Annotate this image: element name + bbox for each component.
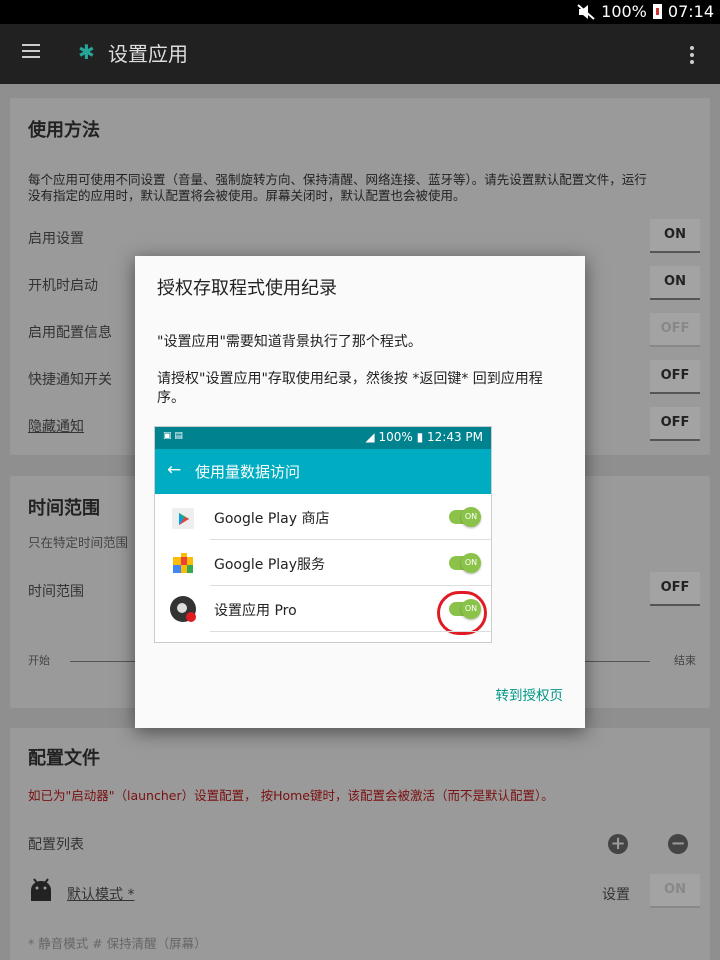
- google-play-store-icon: [172, 508, 194, 529]
- start-label: 开始: [28, 654, 50, 667]
- screenshot-battery: 100%: [378, 430, 413, 444]
- google-play-services-icon: [173, 553, 193, 573]
- play-services-label: Google Play服务: [214, 557, 326, 573]
- dialog-title: 授权存取程式使用纪录: [157, 278, 337, 299]
- hide-notification-toggle[interactable]: OFF: [650, 407, 700, 441]
- screenshot-notification-icons: ▣ ▤: [163, 431, 183, 441]
- screenshot-row-app-pro: 设置应用 Pro ON: [155, 586, 491, 635]
- permission-dialog: 授权存取程式使用纪录 "设置应用"需要知道背景执行了那个程式。 请授权"设置应用…: [135, 256, 585, 728]
- time-range-toggle[interactable]: OFF: [650, 572, 700, 606]
- screenshot-signal-icon: ◢: [365, 430, 379, 444]
- hide-notification-link[interactable]: 隐藏通知: [28, 416, 84, 436]
- quick-notify-label: 快捷通知开关: [28, 372, 112, 388]
- mute-icon: [577, 3, 595, 20]
- profile-title: 配置文件: [28, 748, 100, 769]
- screenshot-time: 12:43 PM: [427, 430, 483, 444]
- battery-icon: [652, 4, 662, 19]
- time-range-label: 时间范围: [28, 584, 84, 600]
- usage-access-screenshot: ▣ ▤ ◢ 100% ▮ 12:43 PM ← 使用量数据访问 Google P…: [154, 426, 492, 643]
- remove-profile-icon[interactable]: −: [668, 834, 688, 854]
- overflow-menu-icon[interactable]: [690, 46, 694, 67]
- default-profile-link[interactable]: 默认模式 *: [67, 884, 134, 904]
- default-profile-toggle[interactable]: ON: [650, 874, 700, 908]
- launcher-warning: 如已为"启动器"（launcher）设置配置， 按Home键时，该配置会被激活（…: [28, 788, 554, 803]
- play-store-switch: ON: [449, 507, 481, 527]
- settings-app-pro-icon: [170, 596, 196, 622]
- time-desc: 只在特定时间范围: [28, 535, 129, 550]
- start-on-boot-label: 开机时启动: [28, 278, 98, 294]
- highlight-circle: [437, 591, 487, 635]
- screenshot-row-play-services: Google Play服务 ON: [155, 540, 491, 586]
- enable-settings-label: 启用设置: [28, 231, 84, 247]
- start-on-boot-toggle[interactable]: ON: [650, 266, 700, 300]
- screenshot-app-bar: ← 使用量数据访问: [155, 449, 491, 494]
- profile-card: 配置文件 如已为"启动器"（launcher）设置配置， 按Home键时，该配置…: [10, 728, 710, 960]
- screenshot-row-play-store: Google Play 商店 ON: [155, 494, 491, 540]
- back-arrow-icon: ←: [167, 460, 182, 480]
- screenshot-title: 使用量数据访问: [195, 463, 301, 481]
- dialog-message-1: "设置应用"需要知道背景执行了那个程式。: [157, 334, 422, 350]
- play-store-label: Google Play 商店: [214, 511, 330, 527]
- quick-notify-toggle[interactable]: OFF: [650, 360, 700, 394]
- menu-icon[interactable]: [22, 44, 40, 58]
- profile-settings-button[interactable]: 设置: [602, 884, 630, 904]
- enable-settings-toggle[interactable]: ON: [650, 219, 700, 253]
- screenshot-status-bar: ▣ ▤ ◢ 100% ▮ 12:43 PM: [155, 427, 491, 449]
- profile-info-toggle[interactable]: OFF: [650, 313, 700, 347]
- usage-desc-2: 没有指定的应用时，默认配置将会被使用。屏幕关闭时，默认配置也会被使用。: [28, 188, 466, 203]
- profile-footer: * 静音模式 # 保持清醒（屏幕）: [28, 936, 207, 951]
- go-to-permission-button[interactable]: 转到授权页: [496, 684, 564, 704]
- clock: 07:14: [667, 2, 714, 21]
- gear-icon: ✱: [78, 40, 95, 64]
- app-bar: ✱ 设置应用: [0, 24, 720, 84]
- android-icon: [31, 878, 51, 901]
- profile-list-label: 配置列表: [28, 837, 84, 853]
- play-services-switch: ON: [449, 553, 481, 573]
- app-pro-label: 设置应用 Pro: [214, 603, 297, 619]
- add-profile-icon[interactable]: +: [608, 834, 628, 854]
- usage-title: 使用方法: [28, 120, 100, 141]
- profile-info-label: 启用配置信息: [28, 325, 112, 341]
- status-bar: 100% 07:14: [0, 0, 720, 24]
- time-title: 时间范围: [28, 498, 100, 519]
- end-label: 结束: [674, 654, 696, 667]
- dialog-message-2: 请授权"设置应用"存取使用纪录，然後按 *返回键* 回到应用程序。: [157, 371, 543, 406]
- app-title: 设置应用: [108, 42, 188, 66]
- battery-percent: 100%: [601, 2, 647, 21]
